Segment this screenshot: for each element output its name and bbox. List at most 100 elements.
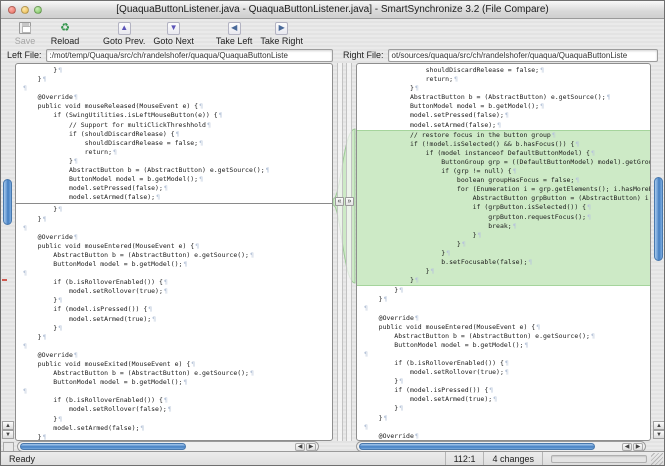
code-line: ButtonGroup grp = ((DefaultButtonModel) … — [357, 158, 650, 167]
newline-mark: ¶ — [384, 414, 388, 422]
goto-next-button[interactable]: ▼ Goto Next — [149, 20, 198, 47]
take-right-button[interactable]: ▶ Take Right — [256, 20, 307, 47]
code-line: }¶ — [357, 295, 650, 304]
newline-mark: ¶ — [58, 296, 62, 304]
left-vertical-scrollbar[interactable]: ▲ ▼ — [1, 63, 15, 441]
minimize-button[interactable] — [21, 6, 29, 14]
code-line: ButtonModel model = b.getModel();¶ — [16, 175, 332, 184]
code-line: shouldDiscardRelease = false;¶ — [16, 139, 332, 148]
right-horizontal-scrollbar-thumb[interactable] — [359, 443, 595, 450]
newline-mark: ¶ — [399, 404, 403, 412]
newline-mark: ¶ — [415, 314, 419, 322]
scroll-right-button[interactable]: ▶ — [633, 443, 643, 451]
code-line: model.setArmed(false);¶ — [16, 424, 332, 433]
newline-mark: ¶ — [199, 102, 203, 110]
scroll-right-button[interactable]: ▶ — [306, 443, 316, 451]
code-line: model.setPressed(false);¶ — [357, 111, 650, 120]
code-line: b.setFocusable(false);¶ — [357, 258, 650, 267]
code-line: AbstractButton b = (AbstractButton) e.ge… — [16, 369, 332, 378]
status-message: Ready — [1, 454, 445, 464]
code-line: model.setArmed(true);¶ — [16, 315, 332, 324]
left-horizontal-scrollbar-thumb[interactable] — [20, 443, 186, 450]
title-bar: [QuaquaButtonListener.java - QuaquaButto… — [1, 1, 664, 19]
right-code-pane[interactable]: shouldDiscardRelease = false;¶ return;¶ … — [356, 63, 651, 441]
left-file-path-field[interactable]: :/mot/temp/Quaqua/src/ch/randelshofer/qu… — [46, 49, 333, 62]
take-change-left-button[interactable]: « — [335, 197, 344, 206]
window-title: [QuaquaButtonListener.java - QuaquaButto… — [41, 4, 624, 15]
newline-mark: ¶ — [415, 276, 419, 284]
code-line: if (model instanceof DefaultButtonModel)… — [357, 149, 650, 158]
newline-mark: ¶ — [591, 332, 595, 340]
scroll-down-button[interactable]: ▼ — [2, 430, 14, 439]
newline-mark: ¶ — [364, 304, 368, 312]
code-line: }¶ — [16, 324, 332, 333]
left-code-pane[interactable]: }¶ }¶¶ @Override¶ public void mouseRelea… — [15, 63, 333, 441]
newline-mark: ¶ — [575, 176, 579, 184]
scroll-down-button[interactable]: ▼ — [653, 430, 665, 439]
scroll-up-button[interactable]: ▲ — [2, 421, 14, 430]
close-button[interactable] — [8, 6, 16, 14]
code-line: shouldDiscardRelease = false;¶ — [357, 66, 650, 75]
code-line: }¶ — [357, 286, 650, 295]
newline-mark: ¶ — [23, 224, 27, 232]
right-vertical-scrollbar-thumb[interactable] — [654, 177, 663, 261]
goto-previous-button[interactable]: ▲ Goto Prev. — [99, 20, 149, 47]
newline-mark: ¶ — [23, 269, 27, 277]
code-line: @Override¶ — [357, 432, 650, 441]
file-headers: Left File: :/mot/temp/Quaqua/src/ch/rand… — [1, 47, 664, 63]
newline-mark: ¶ — [399, 286, 403, 294]
newline-mark: ¶ — [58, 324, 62, 332]
code-line: }¶ — [357, 231, 650, 240]
save-button[interactable]: Save — [5, 20, 45, 47]
newline-mark: ¶ — [140, 424, 144, 432]
newline-mark: ¶ — [43, 433, 47, 441]
take-left-button[interactable]: ◀ Take Left — [212, 20, 257, 47]
code-line: }¶ — [357, 276, 650, 286]
code-line: boolean groupHasFocus = false;¶ — [357, 176, 650, 185]
newline-mark: ¶ — [250, 369, 254, 377]
code-line: AbstractButton b = (AbstractButton) e.ge… — [16, 166, 332, 175]
code-line: return;¶ — [357, 75, 650, 84]
code-line: ButtonModel model = b.getModel();¶ — [16, 260, 332, 269]
code-line: model.setRollover(true);¶ — [16, 287, 332, 296]
right-vertical-scrollbar[interactable]: ▲ ▼ — [652, 63, 665, 441]
code-line: // Support for multiClickThreshhold¶ — [16, 121, 332, 130]
code-line: }¶ — [16, 75, 332, 84]
code-line: model.setRollover(true);¶ — [357, 368, 650, 377]
left-file-header: Left File: :/mot/temp/Quaqua/src/ch/rand… — [1, 49, 339, 62]
left-vertical-scrollbar-thumb[interactable] — [3, 179, 12, 225]
newline-mark: ¶ — [493, 395, 497, 403]
reload-button[interactable]: ♻ Reload — [45, 20, 85, 47]
code-line: }¶ — [16, 433, 332, 441]
scroll-left-button[interactable]: ◀ — [622, 443, 632, 451]
code-line: if (grp != null) {¶ — [357, 167, 650, 176]
newline-mark: ¶ — [505, 368, 509, 376]
newline-mark: ¶ — [415, 84, 419, 92]
code-line: }¶ — [357, 404, 650, 413]
newline-mark: ¶ — [364, 350, 368, 358]
code-line: }¶ — [16, 157, 332, 166]
newline-mark: ¶ — [74, 93, 78, 101]
code-line: }¶ — [16, 205, 332, 214]
code-line: for (Enumeration i = grp.getElements(); … — [357, 185, 650, 194]
scroll-left-button[interactable]: ◀ — [295, 443, 305, 451]
newline-mark: ¶ — [164, 184, 168, 192]
newline-mark: ¶ — [43, 75, 47, 83]
right-file-path-field[interactable]: ot/sources/quaqua/src/ch/randelshofer/qu… — [388, 49, 658, 62]
code-line: ButtonModel model = b.getModel();¶ — [357, 102, 650, 111]
newline-mark: ¶ — [152, 315, 156, 323]
code-line: if (b.isRolloverEnabled()) {¶ — [16, 278, 332, 287]
code-line: }¶ — [357, 267, 650, 276]
code-line: }¶ — [357, 377, 650, 386]
scroll-up-button[interactable]: ▲ — [653, 421, 665, 430]
newline-mark: ¶ — [58, 205, 62, 213]
code-line: if (SwingUtilities.isLeftMouseButton(e))… — [16, 111, 332, 120]
newline-mark: ¶ — [58, 415, 62, 423]
resize-grip[interactable] — [651, 453, 663, 465]
newline-mark: ¶ — [250, 251, 254, 259]
app-window: [QuaquaButtonListener.java - QuaquaButto… — [0, 0, 665, 466]
newline-mark: ¶ — [575, 140, 579, 148]
left-change-strip — [337, 63, 343, 441]
code-line: AbstractButton b = (AbstractButton) e.ge… — [357, 93, 650, 102]
take-change-right-button[interactable]: » — [345, 197, 354, 206]
